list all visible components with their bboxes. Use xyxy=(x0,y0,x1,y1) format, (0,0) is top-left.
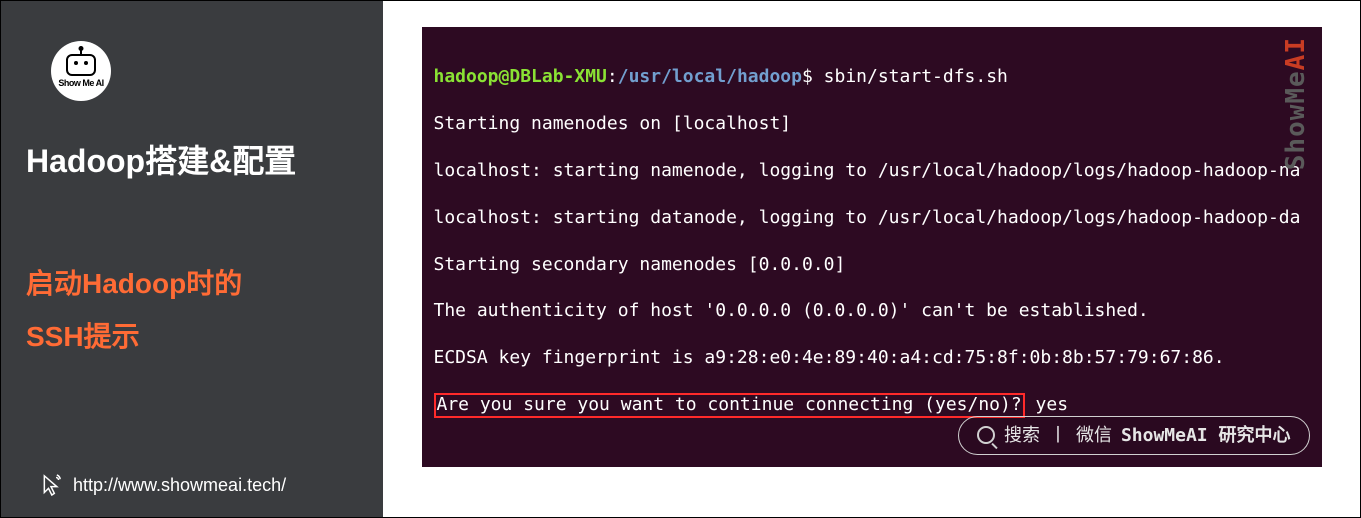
prompt-user: hadoop@DBLab-XMU xyxy=(434,66,607,87)
terminal-prompt-line: hadoop@DBLab-XMU:/usr/local/hadoop$ sbin… xyxy=(434,65,1310,88)
search-badge: 搜索 丨 微信 ShowMeAI 研究中心 xyxy=(958,416,1310,455)
terminal-line: ECDSA key fingerprint is a9:28:e0:4e:89:… xyxy=(434,346,1310,369)
robot-icon xyxy=(66,54,96,76)
slide: Show Me AI Hadoop搭建&配置 启动Hadoop时的 SSH提示 … xyxy=(0,0,1361,518)
footer-url: http://www.showmeai.tech/ xyxy=(73,475,286,496)
badge-label1: 搜索 xyxy=(1004,424,1040,447)
main-heading: Hadoop搭建&配置 xyxy=(26,136,363,182)
sidebar: Show Me AI Hadoop搭建&配置 启动Hadoop时的 SSH提示 … xyxy=(1,1,383,517)
sub-heading-line2: SSH提示 xyxy=(26,310,363,363)
sub-heading-line1: 启动Hadoop时的 xyxy=(26,257,363,310)
terminal-line: localhost: starting datanode, logging to… xyxy=(434,206,1310,229)
badge-bold: ShowMeAI 研究中心 xyxy=(1121,424,1291,447)
badge-sep: 丨 xyxy=(1049,424,1067,447)
sub-heading: 启动Hadoop时的 SSH提示 xyxy=(26,257,363,363)
watermark: ShowMeAI xyxy=(1280,37,1314,170)
main-panel: hadoop@DBLab-XMU:/usr/local/hadoop$ sbin… xyxy=(383,1,1360,517)
terminal-highlight-line: Are you sure you want to continue connec… xyxy=(434,393,1310,418)
terminal-line: The authenticity of host '0.0.0.0 (0.0.0… xyxy=(434,299,1310,322)
logo-text: Show Me AI xyxy=(58,78,103,88)
terminal-line: localhost: starting namenode, logging to… xyxy=(434,159,1310,182)
terminal-line: Starting secondary namenodes [0.0.0.0] xyxy=(434,253,1310,276)
search-icon xyxy=(977,426,995,444)
prompt-path: /usr/local/hadoop xyxy=(618,66,802,87)
badge-label2: 微信 xyxy=(1076,424,1112,447)
highlighted-text: Are you sure you want to continue connec… xyxy=(434,393,1025,418)
logo: Show Me AI xyxy=(51,41,111,101)
terminal-response: yes xyxy=(1025,394,1068,415)
cursor-icon xyxy=(41,473,61,497)
terminal-line: Starting namenodes on [localhost] xyxy=(434,112,1310,135)
footer-link[interactable]: http://www.showmeai.tech/ xyxy=(41,473,286,497)
terminal-command: sbin/start-dfs.sh xyxy=(824,66,1008,87)
terminal: hadoop@DBLab-XMU:/usr/local/hadoop$ sbin… xyxy=(422,27,1322,467)
